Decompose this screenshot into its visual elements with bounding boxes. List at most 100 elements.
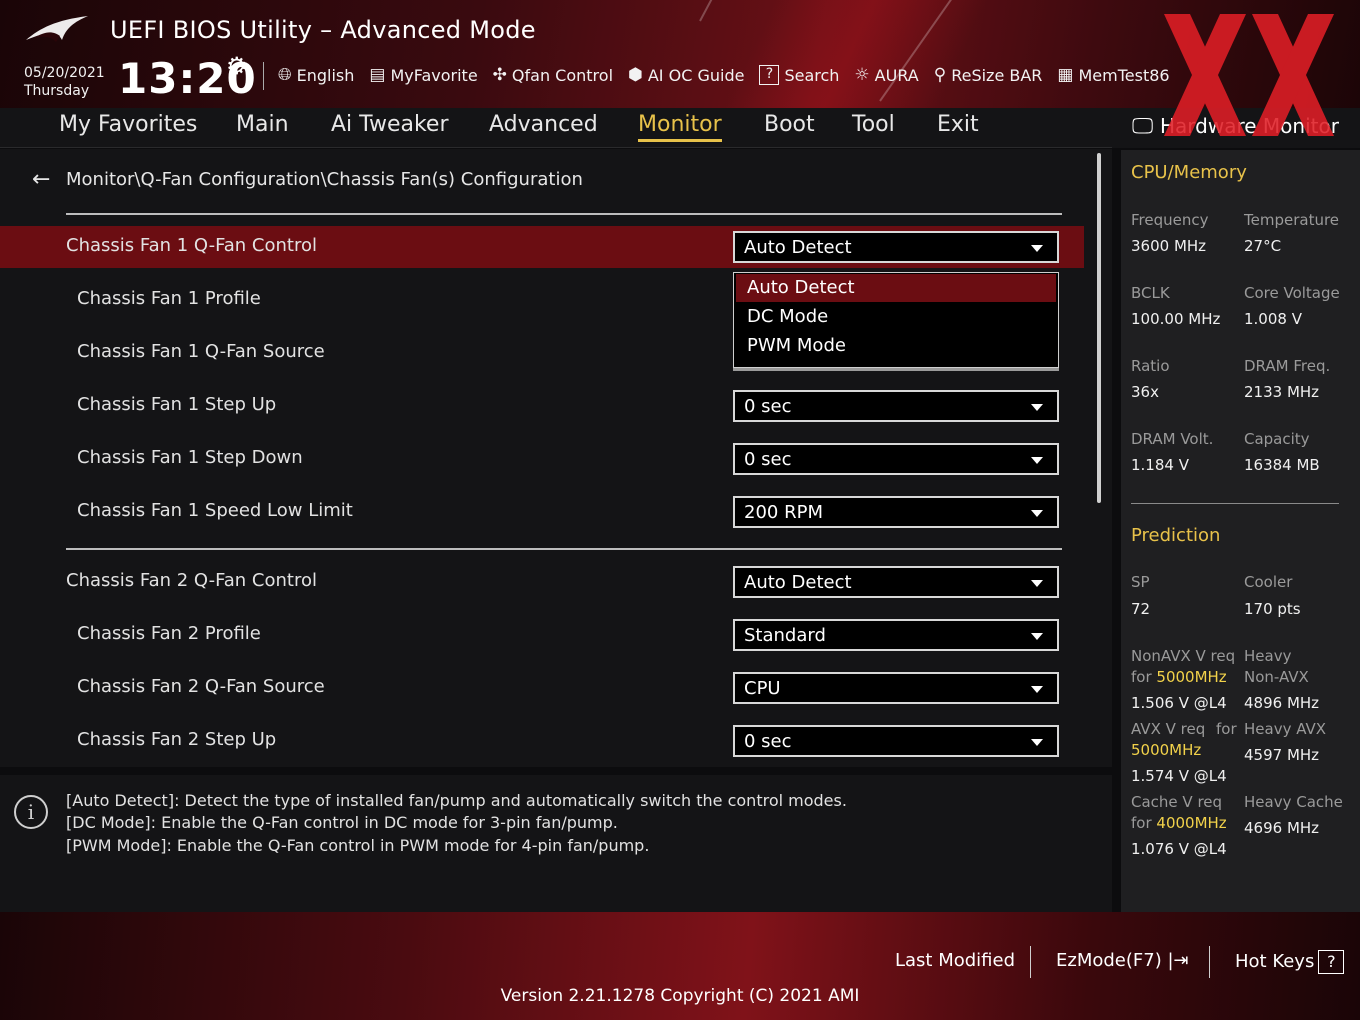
last-modified-button[interactable]: Last Modified	[895, 950, 1015, 971]
globe-icon: 🌐︎	[278, 65, 292, 85]
memtest-button[interactable]: ▦ MemTest86	[1057, 65, 1169, 85]
frequency-value: 3600 MHz	[1131, 237, 1207, 255]
setting-row-chassis-fan1-qfan-control[interactable]: Chassis Fan 1 Q-Fan Control Auto Detect	[0, 226, 1084, 268]
chassis-fan2-qfan-control-select[interactable]: Auto Detect	[733, 566, 1059, 598]
setting-label: Chassis Fan 1 Q-Fan Source	[77, 341, 325, 362]
scrollbar[interactable]	[1097, 153, 1101, 503]
setting-label: Chassis Fan 2 Profile	[77, 623, 261, 644]
exit-arrow-icon: |⇥	[1161, 950, 1189, 971]
help-description-panel: i [Auto Detect]: Detect the type of inst…	[0, 775, 1112, 912]
memtest-label: MemTest86	[1078, 65, 1170, 85]
hot-keys-button[interactable]: Hot Keys?	[1235, 950, 1345, 974]
dram-freq-label: DRAM Freq.	[1244, 357, 1331, 375]
avx-volt-value: 1.574 V @L4	[1131, 767, 1227, 785]
chassis-fan2-profile-select[interactable]: Standard	[733, 619, 1059, 651]
help-line: [Auto Detect]: Detect the type of instal…	[66, 791, 847, 810]
myfavorite-label: MyFavorite	[390, 65, 478, 85]
nonavx-volt-value: 1.506 V @L4	[1131, 694, 1227, 712]
day-text: Thursday	[24, 83, 90, 99]
setting-row-chassis-fan1-speed-low-limit[interactable]: Chassis Fan 1 Speed Low Limit 200 RPM	[0, 491, 1084, 533]
section-divider	[66, 548, 1062, 550]
setting-row-chassis-fan1-step-up[interactable]: Chassis Fan 1 Step Up 0 sec	[0, 385, 1084, 427]
chassis-fan1-speed-low-limit-select[interactable]: 200 RPM	[733, 496, 1059, 528]
qfan-control-button[interactable]: ✣ Qfan Control	[493, 65, 613, 85]
cpu-memory-section-title: CPU/Memory	[1131, 162, 1247, 183]
hot-keys-label: Hot Keys	[1235, 951, 1315, 972]
tab-advanced[interactable]: Advanced	[489, 112, 598, 137]
chassis-fan2-qfan-source-select[interactable]: CPU	[733, 672, 1059, 704]
section-divider	[66, 213, 1062, 215]
tab-ai-tweaker[interactable]: Ai Tweaker	[331, 112, 449, 137]
dropdown-option-auto-detect[interactable]: Auto Detect	[736, 274, 1056, 302]
help-line: [PWM Mode]: Enable the Q-Fan control in …	[66, 836, 650, 855]
search-label: Search	[784, 65, 840, 85]
capacity-value: 16384 MB	[1244, 456, 1320, 474]
tab-boot[interactable]: Boot	[764, 112, 815, 137]
cache-req-label: Cache V req	[1131, 793, 1223, 811]
setting-row-chassis-fan2-qfan-source[interactable]: Chassis Fan 2 Q-Fan Source CPU	[0, 667, 1084, 709]
select-value: Auto Detect	[744, 237, 852, 258]
frequency-label: Frequency	[1131, 211, 1209, 229]
setting-label: Chassis Fan 2 Q-Fan Control	[66, 570, 317, 591]
heavy-cache-value: 4696 MHz	[1244, 819, 1320, 837]
resize-bar-icon: ⚲	[933, 65, 947, 85]
prediction-section-title: Prediction	[1131, 525, 1221, 546]
aura-light-icon: ☼	[854, 65, 870, 85]
ezmode-label: EzMode(F7)	[1056, 950, 1162, 971]
section-divider	[1131, 503, 1339, 504]
aura-label: AURA	[874, 65, 919, 85]
chassis-fan1-step-down-select[interactable]: 0 sec	[733, 443, 1059, 475]
app-title: UEFI BIOS Utility – Advanced Mode	[110, 16, 536, 44]
setting-row-chassis-fan2-qfan-control[interactable]: Chassis Fan 2 Q-Fan Control Auto Detect	[0, 561, 1084, 603]
language-button[interactable]: 🌐︎ English	[278, 65, 354, 85]
ratio-value: 36x	[1131, 383, 1159, 401]
dropdown-option-pwm-mode[interactable]: PWM Mode	[736, 332, 1056, 360]
select-value: Standard	[744, 625, 826, 646]
version-text: Version 2.21.1278 Copyright (C) 2021 AMI	[500, 986, 860, 1006]
favorite-list-icon: ▤	[369, 65, 386, 85]
setting-row-chassis-fan2-step-up[interactable]: Chassis Fan 2 Step Up 0 sec	[0, 720, 1084, 762]
sp-label: SP	[1131, 573, 1150, 591]
setting-label: Chassis Fan 2 Q-Fan Source	[77, 676, 325, 697]
core-voltage-value: 1.008 V	[1244, 310, 1302, 328]
heavy-nonavx-label-1: Heavy	[1244, 647, 1292, 665]
chassis-fan2-step-up-select[interactable]: 0 sec	[733, 725, 1059, 757]
back-arrow-icon[interactable]: ←	[32, 167, 50, 192]
heavy-avx-value: 4597 MHz	[1244, 746, 1320, 764]
header-toolbar: 🌐︎ English ▤ MyFavorite ✣ Qfan Control ⬢…	[278, 62, 1185, 88]
clock-settings-gear-icon[interactable]: ⚙	[226, 52, 248, 80]
select-value: 0 sec	[744, 731, 792, 752]
chassis-fan1-step-up-select[interactable]: 0 sec	[733, 390, 1059, 422]
resize-bar-label: ReSize BAR	[951, 65, 1043, 85]
setting-label: Chassis Fan 1 Step Down	[77, 447, 303, 468]
setting-row-chassis-fan2-profile[interactable]: Chassis Fan 2 Profile Standard	[0, 614, 1084, 656]
cache-freq: 4000MHz	[1156, 814, 1227, 832]
tab-my-favorites[interactable]: My Favorites	[59, 112, 197, 137]
aura-button[interactable]: ☼ AURA	[854, 65, 918, 85]
select-value: 0 sec	[744, 396, 792, 417]
select-value: Auto Detect	[744, 572, 852, 593]
decor-streak	[699, 0, 823, 22]
tab-exit[interactable]: Exit	[937, 112, 979, 137]
dropdown-option-dc-mode[interactable]: DC Mode	[736, 303, 1056, 331]
setting-row-chassis-fan1-step-down[interactable]: Chassis Fan 1 Step Down 0 sec	[0, 438, 1084, 480]
temperature-label: Temperature	[1244, 211, 1340, 229]
cache-for-text: for	[1131, 814, 1152, 832]
chevron-down-icon	[1031, 686, 1043, 693]
tab-tool[interactable]: Tool	[852, 112, 895, 137]
question-mark-icon: ?	[1318, 950, 1345, 974]
tab-main[interactable]: Main	[236, 112, 289, 137]
select-value: 200 RPM	[744, 502, 823, 523]
chassis-fan1-qfan-control-select[interactable]: Auto Detect	[733, 231, 1059, 263]
bclk-value: 100.00 MHz	[1131, 310, 1221, 328]
resize-bar-button[interactable]: ⚲ ReSize BAR	[934, 65, 1043, 85]
ezmode-button[interactable]: EzMode(F7) |⇥	[1056, 950, 1189, 971]
nonavx-for-line: for 5000MHz	[1131, 668, 1227, 686]
chevron-down-icon	[1031, 457, 1043, 464]
info-icon: i	[14, 795, 48, 829]
tab-monitor[interactable]: Monitor	[638, 112, 722, 142]
language-label: English	[296, 65, 355, 85]
myfavorite-button[interactable]: ▤ MyFavorite	[369, 65, 477, 85]
search-button[interactable]: ? Search	[759, 65, 839, 85]
ai-oc-guide-button[interactable]: ⬢ AI OC Guide	[628, 65, 744, 85]
